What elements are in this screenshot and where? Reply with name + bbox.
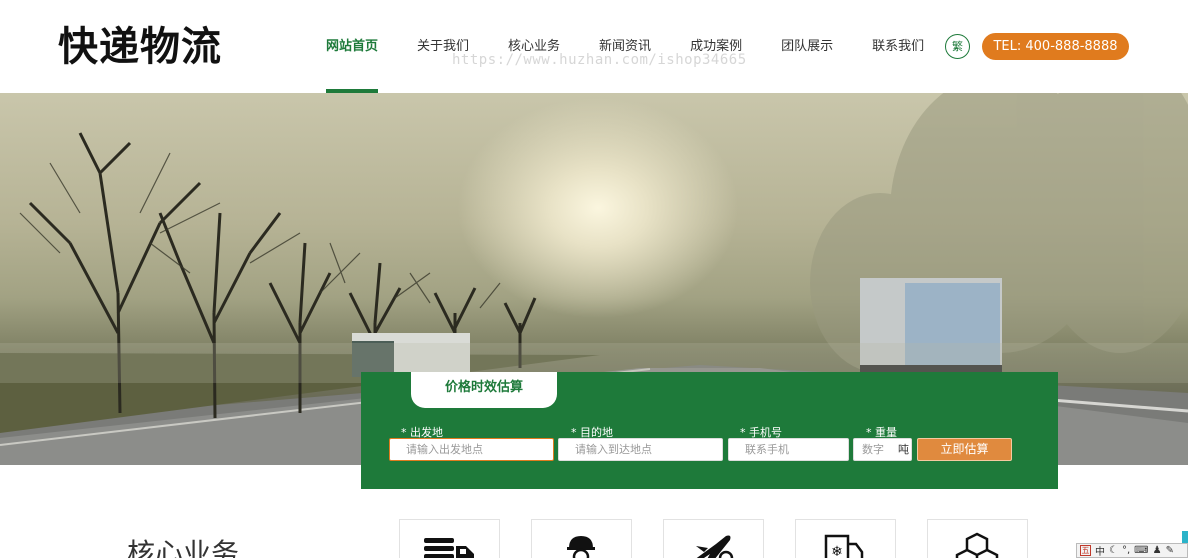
service-card-cold-chain[interactable]: ❄ [795, 519, 896, 558]
traditional-chinese-toggle[interactable]: 繁 [945, 34, 970, 59]
wrench-icon[interactable]: ✎ [1166, 545, 1174, 556]
user-icon[interactable]: ♟ [1153, 545, 1162, 556]
courier-person-icon [567, 536, 595, 558]
site-header: 快递物流 网站首页 关于我们 核心业务 新闻资讯 成功案例 团队展示 联系我们 … [0, 0, 1200, 93]
moon-icon[interactable]: ☾ [1109, 545, 1118, 556]
origin-input[interactable]: 请输入出发地点 [389, 438, 554, 461]
svg-text:❄: ❄ [831, 544, 843, 558]
main-nav: 网站首页 关于我们 核心业务 新闻资讯 成功案例 团队展示 联系我们 [326, 0, 963, 93]
keyboard-icon[interactable]: ⌨ [1134, 545, 1148, 556]
nav-item-contact[interactable]: 联系我们 [872, 0, 924, 93]
service-card-air[interactable] [663, 519, 764, 558]
nav-item-team[interactable]: 团队展示 [781, 0, 833, 93]
truck-stack-icon [424, 538, 474, 558]
service-card-courier[interactable] [531, 519, 632, 558]
service-card-warehouse[interactable] [927, 519, 1028, 558]
tab-price-estimate[interactable]: 价格时效估算 [411, 372, 557, 408]
price-estimate-panel: 价格时效估算 * 出发地 请输入出发地点 * 目的地 请输入到达地点 * 手机号… [361, 372, 1058, 489]
boxes-icon [955, 532, 999, 558]
service-card-freight[interactable] [399, 519, 500, 558]
weight-placeholder: 数字 [862, 443, 884, 456]
core-business-title: 核心业务 [127, 537, 240, 558]
nav-item-cases[interactable]: 成功案例 [690, 0, 742, 93]
nav-item-home[interactable]: 网站首页 [326, 0, 379, 93]
punctuation-icon[interactable]: °, [1122, 545, 1130, 556]
phone-input[interactable]: 联系手机 [728, 438, 849, 461]
weight-unit: 吨 [898, 443, 909, 456]
weight-input[interactable]: 数字 吨 [853, 438, 912, 461]
ime-toolbar[interactable]: 五 中 ☾ °, ⌨ ♟ ✎ [1076, 543, 1188, 558]
airplane-icon [696, 535, 734, 558]
cold-chain-truck-icon: ❄ [824, 534, 864, 558]
ime-badge[interactable]: 五 [1080, 545, 1091, 556]
ime-mode[interactable]: 中 [1095, 544, 1105, 557]
nav-item-about[interactable]: 关于我们 [417, 0, 469, 93]
tel-badge[interactable]: TEL: 400-888-8888 [982, 33, 1129, 60]
nav-item-news[interactable]: 新闻资讯 [599, 0, 651, 93]
scroll-thumb[interactable] [1182, 531, 1188, 543]
destination-input[interactable]: 请输入到达地点 [558, 438, 723, 461]
page-scrollbar[interactable] [1188, 93, 1200, 558]
estimate-button[interactable]: 立即估算 [917, 438, 1012, 461]
site-logo[interactable]: 快递物流 [58, 22, 222, 72]
nav-item-core-business[interactable]: 核心业务 [508, 0, 560, 93]
